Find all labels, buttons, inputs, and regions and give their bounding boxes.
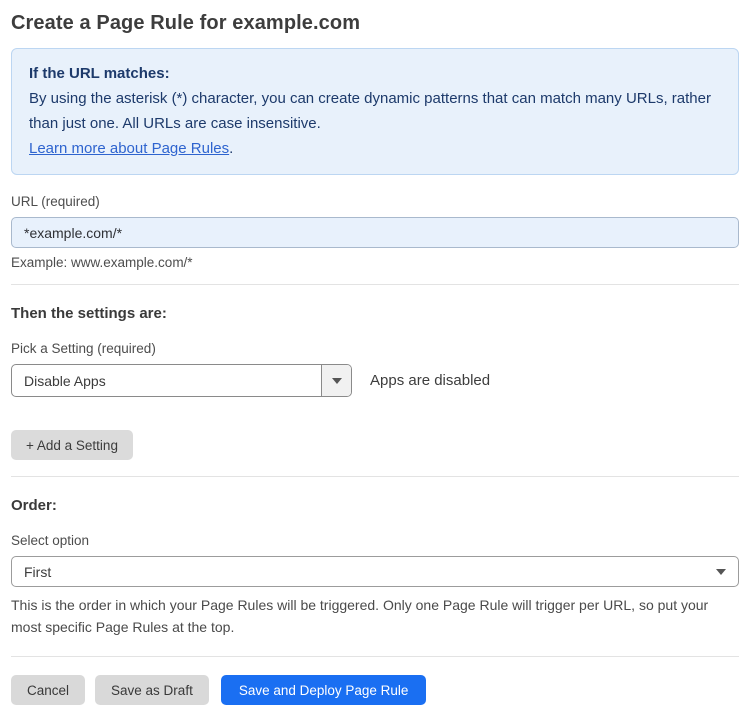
order-select[interactable]: First <box>11 556 739 587</box>
add-setting-button[interactable]: + Add a Setting <box>11 430 133 460</box>
order-help-text: This is the order in which your Page Rul… <box>11 597 709 635</box>
divider <box>11 656 739 657</box>
url-match-info-box: If the URL matches: By using the asteris… <box>11 48 739 175</box>
caret-down-icon <box>716 568 726 575</box>
select-option-label: Select option <box>11 533 90 548</box>
learn-more-link[interactable]: Learn more about Page Rules <box>29 140 229 157</box>
setting-dropdown[interactable]: Disable Apps <box>11 364 352 397</box>
url-input[interactable] <box>11 217 739 248</box>
action-button-row: Cancel Save as Draft Save and Deploy Pag… <box>11 675 739 705</box>
order-section-heading: Order: <box>11 497 57 514</box>
info-box-link-line: Learn more about Page Rules. <box>29 136 721 161</box>
settings-section-heading: Then the settings are: <box>11 305 167 322</box>
info-box-body: By using the asterisk (*) character, you… <box>29 90 711 132</box>
order-select-value: First <box>24 563 52 580</box>
link-period: . <box>229 140 234 157</box>
caret-down-icon <box>331 377 342 384</box>
pick-setting-label: Pick a Setting (required) <box>11 341 156 356</box>
save-as-draft-button[interactable]: Save as Draft <box>95 675 209 705</box>
url-example-text: Example: www.example.com/* <box>11 255 193 270</box>
divider <box>11 476 739 477</box>
setting-status-text: Apps are disabled <box>370 372 491 389</box>
url-field-label: URL (required) <box>11 194 100 209</box>
page-title: Create a Page Rule for example.com <box>11 12 361 34</box>
divider <box>11 284 739 285</box>
setting-row: Disable Apps Apps are disabled <box>11 364 739 397</box>
cancel-button[interactable]: Cancel <box>11 675 86 705</box>
info-box-heading: If the URL matches: <box>29 65 170 82</box>
create-page-rule-panel: Create a Page Rule for example.com If th… <box>0 0 750 705</box>
setting-dropdown-value: Disable Apps <box>24 372 106 389</box>
setting-dropdown-caret-button[interactable] <box>321 365 351 396</box>
save-and-deploy-button[interactable]: Save and Deploy Page Rule <box>220 675 427 705</box>
